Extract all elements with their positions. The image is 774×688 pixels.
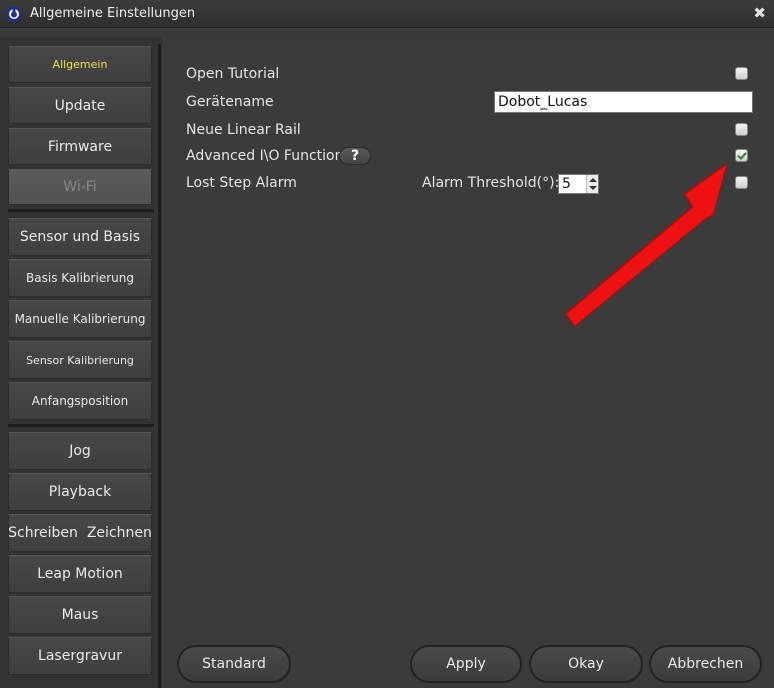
title-bar: Allgemeine Einstellungen ✖ (0, 0, 774, 28)
lost-step-checkbox[interactable] (735, 176, 748, 189)
app-logo-icon (6, 6, 22, 22)
sidebar-separator (8, 424, 154, 427)
sidebar-item-manuelle-kalibrierung[interactable]: Manuelle Kalibrierung (8, 300, 152, 338)
spin-up-icon[interactable] (589, 178, 597, 182)
sidebar-item-anfangsposition[interactable]: Anfangsposition (8, 382, 152, 420)
linear-rail-label: Neue Linear Rail (186, 122, 301, 138)
sidebar-separator (8, 209, 154, 212)
sidebar-item-schreiben-zeichnen[interactable]: Schreiben Zeichnen (8, 514, 152, 552)
sidebar-item-sensor-und-basis[interactable]: Sensor und Basis (8, 218, 152, 256)
alarm-threshold-label: Alarm Threshold(°): (422, 175, 560, 191)
advanced-io-label: Advanced I\O Function (186, 148, 344, 164)
open-tutorial-checkbox[interactable] (735, 67, 748, 80)
linear-rail-checkbox[interactable] (735, 123, 748, 136)
standard-button[interactable]: Standard (177, 645, 291, 683)
window-title: Allgemeine Einstellungen (30, 6, 196, 21)
sidebar-item-leap-motion[interactable]: Leap Motion (8, 555, 152, 593)
spin-arrows[interactable] (586, 175, 598, 193)
check-mark-icon (737, 152, 747, 161)
alarm-threshold-spinbox[interactable]: 5 (558, 174, 599, 194)
sidebar-item-update[interactable]: Update (8, 87, 152, 124)
sidebar-item-allgemein[interactable]: Allgemein (8, 46, 152, 83)
sidebar-item-firmware[interactable]: Firmware (8, 128, 152, 165)
close-icon[interactable]: ✖ (753, 4, 766, 22)
sidebar-item-basis-kalibrierung[interactable]: Basis Kalibrierung (8, 259, 152, 297)
open-tutorial-label: Open Tutorial (186, 66, 280, 82)
sidebar-item-lasergravur[interactable]: Lasergravur (8, 637, 152, 675)
advanced-io-checkbox[interactable] (735, 149, 748, 162)
sidebar-item-maus[interactable]: Maus (8, 596, 152, 634)
sidebar-item-sensor-kalibrierung[interactable]: Sensor Kalibrierung (8, 341, 152, 379)
sidebar-divider (158, 44, 161, 688)
sidebar-item-wifi[interactable]: Wi-Fi (8, 169, 152, 205)
device-name-input[interactable]: Dobot_Lucas (494, 91, 753, 113)
sidebar-item-playback[interactable]: Playback (8, 473, 152, 511)
cancel-button[interactable]: Abbrechen (649, 645, 762, 683)
lost-step-label: Lost Step Alarm (186, 175, 297, 191)
spin-down-icon[interactable] (589, 186, 597, 190)
apply-button[interactable]: Apply (410, 645, 522, 683)
device-name-label: Gerätename (186, 94, 274, 110)
sidebar-item-jog[interactable]: Jog (8, 432, 152, 470)
help-button[interactable]: ? (339, 147, 371, 165)
alarm-threshold-value: 5 (562, 176, 571, 192)
okay-button[interactable]: Okay (529, 645, 643, 683)
